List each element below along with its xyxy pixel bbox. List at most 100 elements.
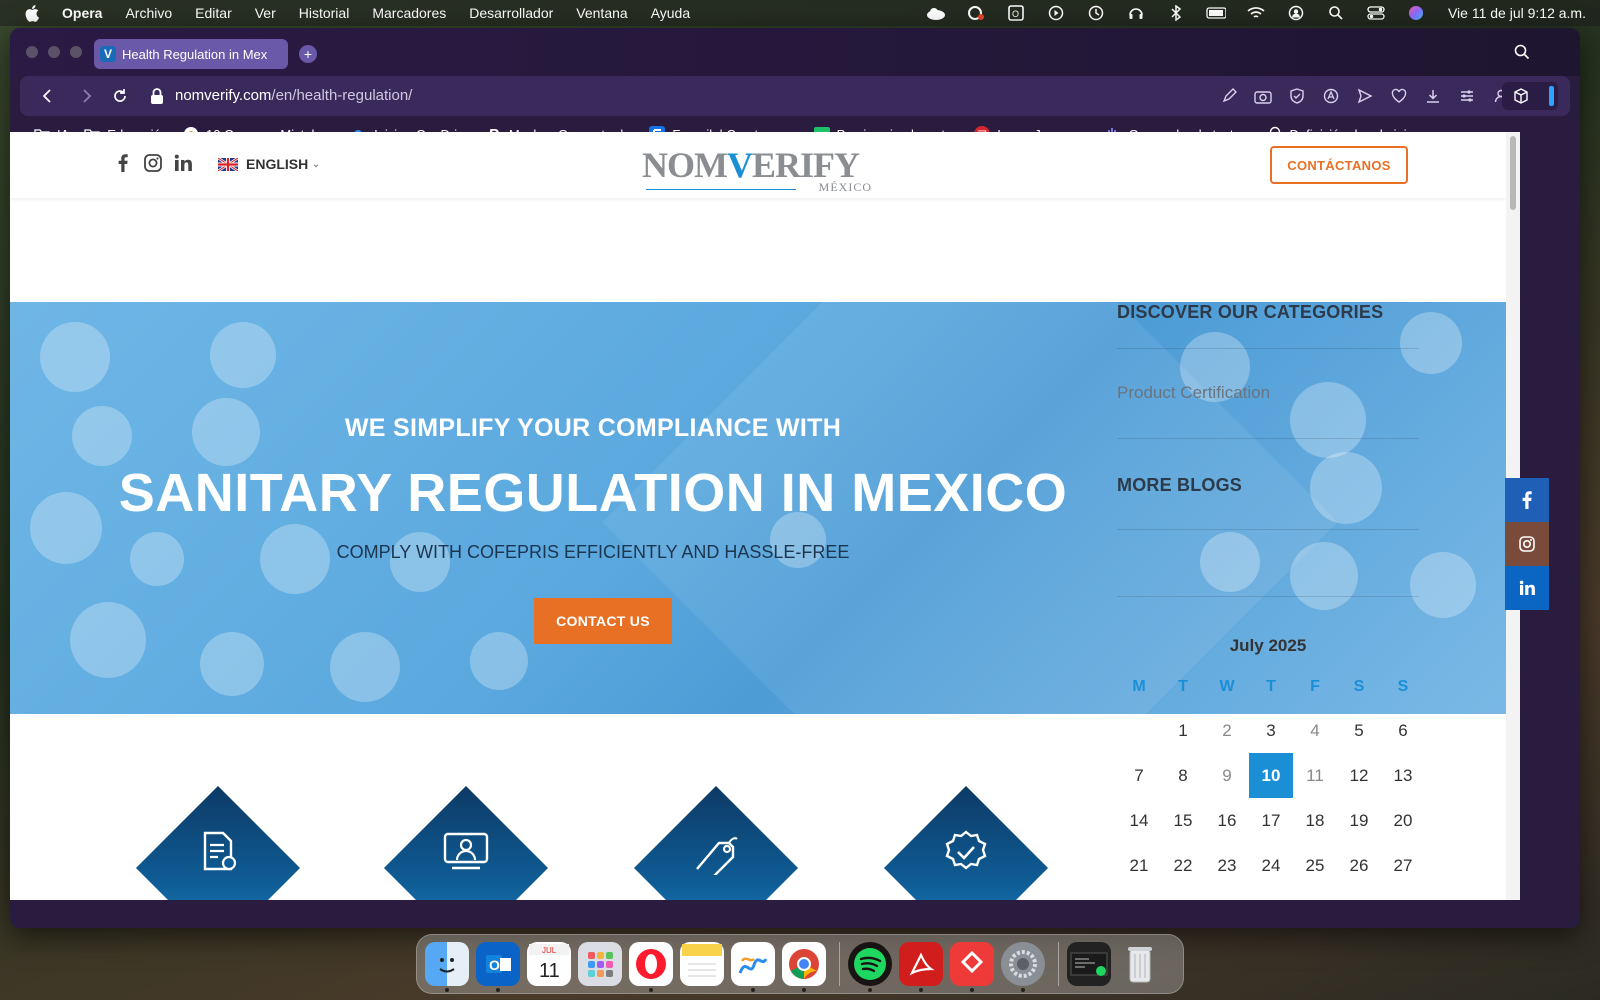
anydesk-icon[interactable]	[950, 942, 994, 992]
calendar-day[interactable]: 6	[1381, 708, 1425, 753]
service-card-documents[interactable]	[128, 778, 308, 900]
menu-ver[interactable]: Ver	[255, 5, 276, 21]
language-selector[interactable]: ENGLISH ⌄	[218, 156, 320, 172]
calendar-day[interactable]: 7	[1117, 753, 1161, 798]
calendar-day[interactable]: 23	[1205, 843, 1249, 888]
time-machine-icon[interactable]	[1086, 5, 1106, 21]
menu-marcadores[interactable]: Marcadores	[372, 5, 446, 21]
category-link-product-certification[interactable]: Product Certification	[1117, 349, 1419, 438]
contactanos-button[interactable]: CONTÁCTANOS	[1270, 146, 1408, 184]
url-field[interactable]: nomverify.com/en/health-regulation/	[175, 87, 412, 104]
menu-ventana[interactable]: Ventana	[576, 5, 627, 21]
battery-icon[interactable]	[1206, 5, 1226, 21]
system-settings-icon[interactable]	[1001, 942, 1045, 992]
camera-snapshot-icon[interactable]	[1254, 87, 1272, 105]
calendar-app-icon[interactable]: JUL 11	[527, 942, 571, 986]
tab-search-icon[interactable]	[1514, 44, 1530, 65]
reload-icon[interactable]	[111, 87, 129, 105]
spotify-icon[interactable]	[848, 942, 892, 992]
calendar-day[interactable]: 19	[1337, 798, 1381, 843]
extensions-button[interactable]	[1502, 82, 1558, 110]
floating-instagram-icon[interactable]	[1505, 522, 1549, 566]
calendar-day[interactable]: 4	[1293, 708, 1337, 753]
close-window-button[interactable]	[26, 46, 38, 58]
calendar-day[interactable]: 17	[1249, 798, 1293, 843]
instagram-icon[interactable]	[144, 154, 162, 172]
calendar-day[interactable]: 25	[1293, 843, 1337, 888]
recent-window-thumbnail-icon[interactable]	[1067, 942, 1111, 986]
menu-ayuda[interactable]: Ayuda	[651, 5, 690, 21]
minimize-window-button[interactable]	[48, 46, 60, 58]
calendar-day[interactable]: 3	[1249, 708, 1293, 753]
play-circle-icon[interactable]	[1046, 5, 1066, 21]
control-center-icon[interactable]	[1366, 5, 1386, 21]
calendar-day[interactable]: 1	[1161, 708, 1205, 753]
download-icon[interactable]	[1424, 87, 1442, 105]
launchpad-icon[interactable]	[578, 942, 622, 986]
facebook-icon[interactable]	[114, 154, 132, 172]
calendar-day[interactable]: 5	[1337, 708, 1381, 753]
creative-cloud-icon[interactable]	[966, 5, 986, 21]
linkedin-icon[interactable]	[174, 154, 192, 172]
wifi-icon[interactable]	[1246, 5, 1266, 21]
calendar-day[interactable]: 11	[1293, 753, 1337, 798]
heart-icon[interactable]	[1390, 87, 1408, 105]
trash-icon[interactable]	[1118, 942, 1162, 986]
new-tab-button[interactable]: +	[299, 45, 317, 63]
calendar-day[interactable]: 2	[1205, 708, 1249, 753]
calendar-day[interactable]: 15	[1161, 798, 1205, 843]
scrollbar-thumb[interactable]	[1510, 136, 1516, 210]
freeform-icon[interactable]	[731, 942, 775, 992]
adblock-shield-icon[interactable]	[1288, 87, 1306, 105]
opera-icon[interactable]	[629, 942, 673, 992]
back-icon[interactable]	[38, 87, 56, 105]
calendar-day[interactable]: 21	[1117, 843, 1161, 888]
calendar-today[interactable]: 10	[1249, 753, 1293, 798]
send-icon[interactable]	[1356, 87, 1374, 105]
notes-icon[interactable]	[680, 942, 724, 986]
finder-icon[interactable]	[425, 942, 469, 992]
calendar-day[interactable]: 18	[1293, 798, 1337, 843]
bluetooth-icon[interactable]	[1166, 5, 1186, 21]
lock-icon[interactable]	[150, 87, 164, 110]
acrobat-icon[interactable]	[899, 942, 943, 992]
translate-icon[interactable]	[1322, 87, 1340, 105]
calendar-day[interactable]: 27	[1381, 843, 1425, 888]
user-account-icon[interactable]	[1286, 5, 1306, 21]
menu-editar[interactable]: Editar	[195, 5, 232, 21]
zoom-window-button[interactable]	[70, 46, 82, 58]
menu-app-name[interactable]: Opera	[62, 5, 102, 21]
service-card-consulting[interactable]	[376, 778, 556, 900]
service-card-labeling[interactable]	[626, 778, 806, 900]
floating-facebook-icon[interactable]	[1505, 478, 1549, 522]
cloud-icon[interactable]	[926, 5, 946, 21]
apple-icon[interactable]	[22, 5, 44, 22]
menu-historial[interactable]: Historial	[299, 5, 350, 21]
calendar-day[interactable]: 13	[1381, 753, 1425, 798]
tab-health-regulation[interactable]: V Health Regulation in Mex	[94, 39, 288, 69]
calendar-day[interactable]: 20	[1381, 798, 1425, 843]
calendar-day[interactable]: 12	[1337, 753, 1381, 798]
forward-icon[interactable]	[78, 87, 96, 105]
share-edit-icon[interactable]	[1220, 87, 1238, 105]
spotlight-search-icon[interactable]	[1326, 5, 1346, 21]
siri-icon[interactable]	[1406, 5, 1426, 21]
easy-setup-icon[interactable]	[1458, 87, 1476, 105]
calendar-day[interactable]: 22	[1161, 843, 1205, 888]
calendar-day[interactable]: 24	[1249, 843, 1293, 888]
service-card-certification[interactable]	[876, 778, 1056, 900]
floating-linkedin-icon[interactable]	[1505, 566, 1549, 610]
headphones-icon[interactable]	[1126, 5, 1146, 21]
calendar-day[interactable]: 8	[1161, 753, 1205, 798]
calendar-day[interactable]: 16	[1205, 798, 1249, 843]
contact-us-button[interactable]: CONTACT US	[534, 598, 672, 644]
calendar-day[interactable]: 9	[1205, 753, 1249, 798]
outlook-status-icon[interactable]: O	[1006, 5, 1026, 21]
nomverify-logo[interactable]: NOMVERIFY MÉXICO	[642, 136, 878, 194]
calendar-day[interactable]: 14	[1117, 798, 1161, 843]
calendar-day[interactable]: 26	[1337, 843, 1381, 888]
chrome-icon[interactable]	[782, 942, 826, 992]
menu-archivo[interactable]: Archivo	[125, 5, 172, 21]
menu-desarrollador[interactable]: Desarrollador	[469, 5, 553, 21]
outlook-icon[interactable]: O	[476, 942, 520, 992]
